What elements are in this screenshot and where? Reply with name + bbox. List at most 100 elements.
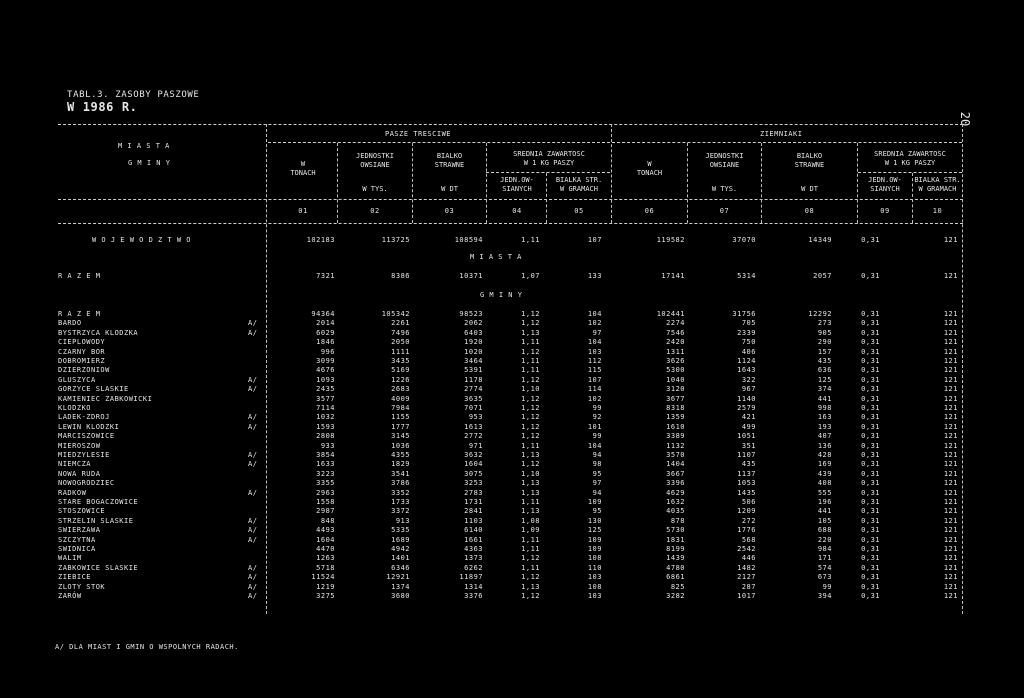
row-mark: A/ — [248, 564, 258, 572]
avg1-underline — [486, 172, 610, 173]
cell-col-06: 8318 — [666, 404, 685, 412]
cell-col-01: 2987 — [316, 507, 335, 515]
cell-col-02: 5335 — [391, 526, 410, 534]
cell-col-06: 3667 — [666, 470, 685, 478]
cell-col-01: 1593 — [316, 423, 335, 431]
cell-col-09: 0,31 — [861, 517, 880, 525]
cell-col-07: 272 — [741, 517, 756, 525]
row-name: ZABKOWICE SLASKIE — [58, 564, 139, 572]
cell-col-02: 4355 — [391, 451, 410, 459]
cell-col-03: 3376 — [464, 592, 483, 600]
cell-col-05: 94 — [592, 489, 602, 497]
colnum-09: 09 — [880, 207, 890, 215]
cell-col-02: 6346 — [391, 564, 410, 572]
row-name: GLUSZYCA — [58, 376, 96, 384]
cell-col-04: 1,08 — [521, 517, 540, 525]
cell-col-04: 1,11 — [521, 366, 540, 374]
cell-col-09: 0,31 — [861, 413, 880, 421]
row-name: KAMIENIEC ZABKOWICKI — [58, 395, 153, 403]
cell-col-09: 0,31 — [861, 526, 880, 534]
cell-col-06: 1040 — [666, 376, 685, 384]
cell-col-01: 933 — [320, 442, 335, 450]
cell-col-01: 2014 — [316, 319, 335, 327]
row-name: SWIDNICA — [58, 545, 96, 553]
avg2-underline — [858, 172, 962, 173]
row-mark: A/ — [248, 573, 258, 581]
cell-col-07: 705 — [741, 319, 756, 327]
cell-col-01: 5718 — [316, 564, 335, 572]
cell-col-07: 1643 — [737, 366, 756, 374]
cell-col-02: 1689 — [391, 536, 410, 544]
cell-col-03: 3253 — [464, 479, 483, 487]
row-name: MARCISZOWICE — [58, 432, 115, 440]
colnum-04: 04 — [512, 207, 522, 215]
cell-col-07: 568 — [741, 536, 756, 544]
cell-col-03: 1373 — [464, 554, 483, 562]
cell-col-07: 2579 — [737, 404, 756, 412]
cell-col-10: 121 — [943, 338, 958, 346]
cell-col-03: 1103 — [464, 517, 483, 525]
cell-col-10: 121 — [943, 489, 958, 497]
cell-col-09: 0,31 — [861, 366, 880, 374]
row-name: GORZYCE SLASKIE — [58, 385, 129, 393]
row-name: NIEMCZA — [58, 460, 92, 468]
cell-col-04: 1,09 — [521, 526, 540, 534]
hdr-col-3: BIALKO STRAWNE — [434, 152, 465, 169]
cell-col-03: 2841 — [464, 507, 483, 515]
cell-col-02: 913 — [395, 517, 410, 525]
cell-col-05: 94 — [592, 451, 602, 459]
colnum-03: 03 — [444, 207, 455, 215]
cell-col-01: 848 — [320, 517, 335, 525]
row-name: SZCZYTNA — [58, 536, 96, 544]
cell-col-01: 11524 — [311, 573, 335, 581]
cell-col-10: 121 — [943, 526, 958, 534]
cell-col-07: 421 — [741, 413, 756, 421]
cell-col-07: 1435 — [737, 489, 756, 497]
row-mark: A/ — [248, 592, 258, 600]
cell-col-05: 103 — [587, 592, 602, 600]
row-name: SWIERZAWA — [58, 526, 101, 534]
hdr-col-1: W TONACH — [290, 160, 316, 177]
row-mark: A/ — [248, 319, 258, 327]
cell-col-06: 8199 — [666, 545, 685, 553]
cell-col-05: 107 — [587, 236, 602, 244]
cell-col-06: 3626 — [666, 357, 685, 365]
cell-col-10: 121 — [943, 357, 958, 365]
cell-col-10: 121 — [943, 395, 958, 403]
cell-col-01: 4676 — [316, 366, 335, 374]
cell-col-09: 0,31 — [861, 376, 880, 384]
row-name: RADKOW — [58, 489, 87, 497]
cell-col-06: 4035 — [666, 507, 685, 515]
cell-col-04: 1,13 — [521, 479, 540, 487]
group1-underline — [268, 142, 610, 143]
cell-col-03: 953 — [468, 413, 483, 421]
cell-col-03: 98523 — [459, 310, 483, 318]
group-header-ziemniaki: ZIEMNIAKI — [760, 130, 803, 138]
cell-col-02: 4942 — [391, 545, 410, 553]
cell-col-04: 1,13 — [521, 451, 540, 459]
cell-col-07: 1107 — [737, 451, 756, 459]
row-name: STARE BOGACZOWICE — [58, 498, 139, 506]
cell-col-04: 1,13 — [521, 583, 540, 591]
row-name: CZARNY BOR — [58, 348, 106, 356]
cell-col-02: 2683 — [391, 385, 410, 393]
cell-col-06: 2420 — [666, 338, 685, 346]
cell-col-07: 2542 — [737, 545, 756, 553]
cell-col-01: 2808 — [316, 432, 335, 440]
cell-col-01: 3355 — [316, 479, 335, 487]
cell-col-06: 5300 — [666, 366, 685, 374]
hdr-col-7: JEDNOSTKI OWSIANE — [705, 152, 744, 169]
cell-col-07: 2339 — [737, 329, 756, 337]
row-name: BYSTRZYCA KLODZKA — [58, 329, 139, 337]
row-mark: A/ — [248, 385, 258, 393]
cell-col-09: 0,31 — [861, 236, 880, 244]
cell-col-10: 121 — [943, 423, 958, 431]
cell-col-02: 8386 — [391, 272, 410, 280]
cell-col-05: 114 — [587, 385, 602, 393]
cell-col-02: 1777 — [391, 423, 410, 431]
cell-col-07: 31756 — [732, 310, 756, 318]
cell-col-04: 1,11 — [521, 564, 540, 572]
cell-col-05: 103 — [587, 348, 602, 356]
colnum-10: 10 — [932, 207, 943, 215]
cell-col-06: 1831 — [666, 536, 685, 544]
